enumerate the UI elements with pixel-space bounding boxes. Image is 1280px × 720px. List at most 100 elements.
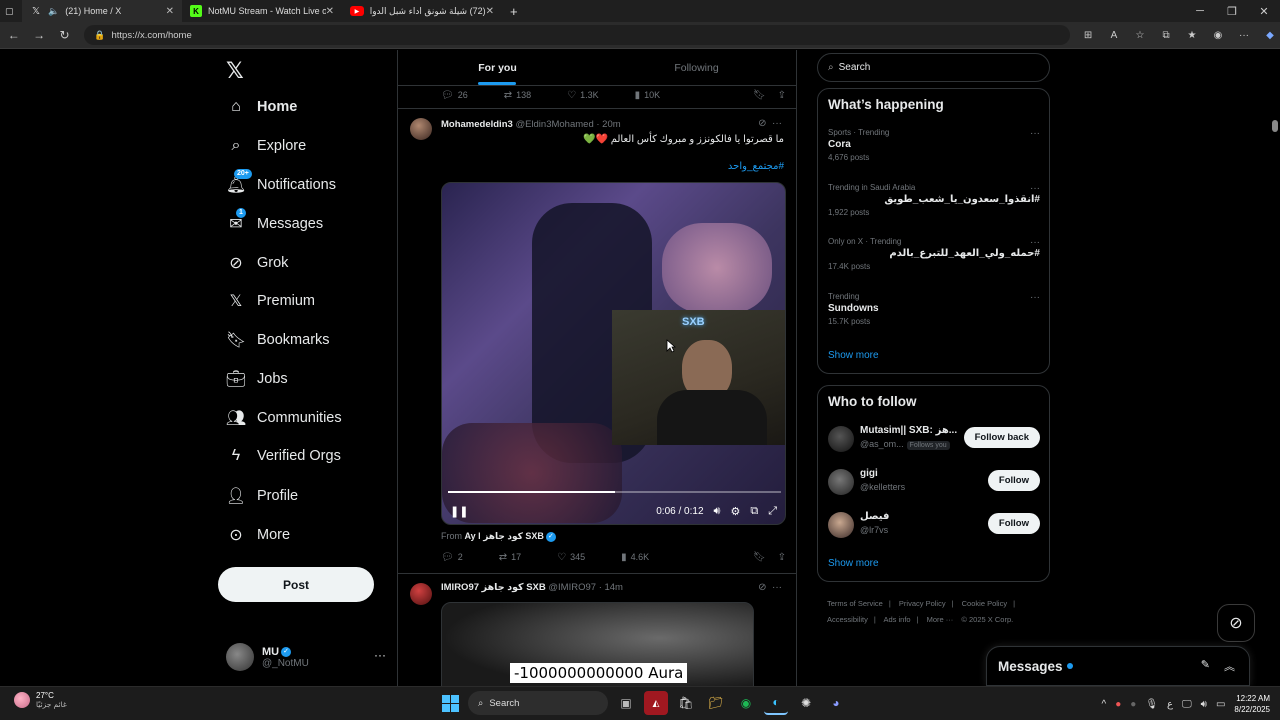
more-dots-icon[interactable]: ··· — [1030, 237, 1040, 248]
bookmark-icon[interactable]: 🔖︎ — [753, 552, 766, 563]
new-message-icon[interactable]: ✎ — [1201, 658, 1210, 674]
tab-for-you[interactable]: For you — [398, 50, 597, 85]
nav-jobs[interactable]: 💼︎ Jobs — [226, 364, 288, 394]
nav-grok[interactable]: ⊘ Grok — [226, 248, 288, 278]
nav-more[interactable]: ⊙ More — [226, 520, 290, 550]
trend-item[interactable]: Trending Sundowns 15.7K posts ··· — [828, 292, 1040, 326]
extensions-icon[interactable]: ⧉ — [1156, 25, 1176, 45]
close-tab-icon[interactable]: ✕ — [486, 6, 494, 17]
settings-gear-icon[interactable]: ⚙ — [730, 505, 740, 518]
trend-item[interactable]: Sports · Trending Cora 4,676 posts ··· — [828, 128, 1040, 162]
more-dots-icon[interactable]: ··· — [1030, 292, 1040, 303]
tweet-time[interactable]: · 14m — [599, 582, 623, 593]
avatar[interactable] — [828, 512, 854, 538]
forward-arrow-icon[interactable]: → — [27, 23, 50, 47]
footer-more-link[interactable]: More ··· — [927, 615, 954, 624]
nav-verified-orgs[interactable]: ϟ Verified Orgs — [226, 441, 341, 471]
follow-back-button[interactable]: Follow back — [963, 427, 1040, 448]
avatar[interactable] — [828, 426, 854, 452]
repost-button[interactable]: ⇄ 138 — [504, 90, 531, 101]
footer-link[interactable]: Accessibility — [827, 615, 868, 624]
repost-button[interactable]: ⇄ 17 — [499, 552, 521, 563]
windows-start-icon[interactable] — [438, 691, 462, 715]
search-input[interactable]: ⌕ Search — [817, 53, 1050, 82]
speaker-icon[interactable]: 🔈 — [48, 6, 59, 17]
tab-kick-stream[interactable]: K NotMU Stream - Watch Live on K ✕ — [182, 0, 342, 22]
restore-icon[interactable]: ❐ — [1216, 0, 1248, 22]
follow-button[interactable]: Follow — [987, 513, 1040, 534]
trend-item[interactable]: Only on X · Trending #حمله_ولي_العهد_للت… — [828, 237, 1040, 271]
clock[interactable]: 12:22 AM 8/22/2025 — [1234, 693, 1270, 715]
tweet-time[interactable]: · 20m — [596, 119, 620, 130]
taskbar-search[interactable]: ⌕ Search — [468, 691, 608, 715]
microphone-icon[interactable]: 🎙︎ — [1145, 699, 1158, 710]
follow-suggestion[interactable]: فيصل @lr7vs Follow — [828, 510, 1040, 540]
battery-icon[interactable]: ▭ — [1216, 699, 1225, 710]
chatgpt-icon[interactable]: ✺ — [794, 691, 818, 715]
more-dots-icon[interactable]: ⊘ ··· — [758, 118, 782, 129]
x-logo-icon[interactable]: 𝕏 — [226, 58, 244, 84]
video-progress-bar[interactable] — [448, 491, 781, 493]
copilot-icon[interactable]: ◆ — [1260, 25, 1280, 45]
profile-avatar-icon[interactable]: ◉ — [1208, 25, 1228, 45]
tray-app-icon[interactable]: ● — [1130, 699, 1136, 710]
new-tab-button[interactable]: + — [502, 0, 526, 22]
menu-dots-icon[interactable]: ··· — [1234, 25, 1254, 45]
expand-chevron-icon[interactable]: ︽ — [1224, 658, 1235, 674]
nav-home[interactable]: ⌂ Home — [226, 92, 297, 122]
footer-link[interactable]: Cookie Policy — [962, 599, 1007, 608]
source-account-link[interactable]: Ay l كود جاهز SXB — [465, 531, 544, 541]
footer-link[interactable]: Privacy Policy — [899, 599, 946, 608]
video-player[interactable]: SXB ❚❚ 0:06 / 0:12 🔊︎ ⚙ ⧉ ⤢ — [441, 182, 786, 525]
suggestion-name[interactable]: Mutasim|| SXB: هز... — [860, 425, 957, 436]
author-handle[interactable]: @Eldin3Mohamed — [515, 119, 593, 130]
app-available-icon[interactable]: ⊞ — [1078, 25, 1098, 45]
favorites-icon[interactable]: ★ — [1182, 25, 1202, 45]
chevron-up-icon[interactable]: ^ — [1102, 699, 1107, 710]
close-window-icon[interactable]: ✕ — [1248, 0, 1280, 22]
read-aloud-icon[interactable]: A — [1104, 25, 1124, 45]
pip-icon[interactable]: ⧉ — [750, 505, 758, 518]
nav-communities[interactable]: 👥︎ Communities — [226, 403, 342, 433]
tab-youtube[interactable]: ▶ (72) شيلة شونق اداء شبل الدواسر ✕ — [342, 0, 502, 22]
suggestion-name[interactable]: gigi — [860, 468, 878, 479]
grok-icon[interactable]: ⊘ — [1217, 604, 1255, 642]
store-icon[interactable]: 🛍︎ — [674, 691, 698, 715]
discord-icon[interactable]: ◕ — [824, 691, 848, 715]
footer-link[interactable]: Ads info — [883, 615, 910, 624]
weather-widget[interactable]: 27°C غائم جزئيًا — [14, 691, 67, 709]
like-button[interactable]: ♡ 345 — [557, 552, 585, 563]
edge-icon[interactable]: ◐ — [764, 691, 788, 715]
views-button[interactable]: ▮ 10K — [635, 90, 661, 101]
video-player[interactable]: -1000000000000 Aura — [441, 602, 754, 686]
page-scrollbar[interactable] — [1272, 120, 1278, 132]
footer-link[interactable]: Terms of Service — [827, 599, 883, 608]
show-more-link[interactable]: Show more — [828, 558, 879, 569]
hashtag-link[interactable]: #مجتمع_واحد — [728, 161, 784, 172]
more-dots-icon[interactable]: ··· — [374, 648, 386, 662]
share-icon[interactable]: ⇪ — [778, 90, 786, 101]
nav-explore[interactable]: ⌕ Explore — [226, 131, 307, 161]
show-more-link[interactable]: Show more — [828, 350, 879, 361]
fullscreen-icon[interactable]: ⤢ — [768, 505, 777, 518]
reply-button[interactable]: 💬︎ 26 — [441, 90, 468, 101]
suggestion-name[interactable]: فيصل — [860, 511, 889, 522]
tab-following[interactable]: Following — [597, 50, 796, 85]
network-icon[interactable]: 🖵︎ — [1182, 699, 1192, 710]
input-language[interactable]: ع — [1167, 699, 1173, 710]
url-input[interactable]: 🔒 https://x.com/home — [84, 25, 1071, 45]
volume-icon[interactable]: 🔊︎ — [714, 505, 721, 518]
file-explorer-icon[interactable]: 📁︎ — [704, 691, 728, 715]
reply-button[interactable]: 💬︎ 2 — [441, 552, 463, 563]
like-button[interactable]: ♡ 1.3K — [567, 90, 598, 101]
trend-item[interactable]: Trending in Saudi Arabia #انقذوا_سعدون_ي… — [828, 183, 1040, 217]
author-handle[interactable]: @IMIRO97 — [548, 582, 596, 593]
spotify-icon[interactable]: ◉ — [734, 691, 758, 715]
more-dots-icon[interactable]: ··· — [1030, 128, 1040, 139]
volume-icon[interactable]: 🔊︎ — [1201, 699, 1207, 710]
share-icon[interactable]: ⇪ — [778, 552, 786, 563]
close-tab-icon[interactable]: ✕ — [166, 6, 174, 17]
author-name[interactable]: Mohamedeldin3 — [441, 119, 513, 130]
post-button[interactable]: Post — [218, 567, 374, 602]
views-button[interactable]: ▮ 4.6K — [621, 552, 649, 563]
